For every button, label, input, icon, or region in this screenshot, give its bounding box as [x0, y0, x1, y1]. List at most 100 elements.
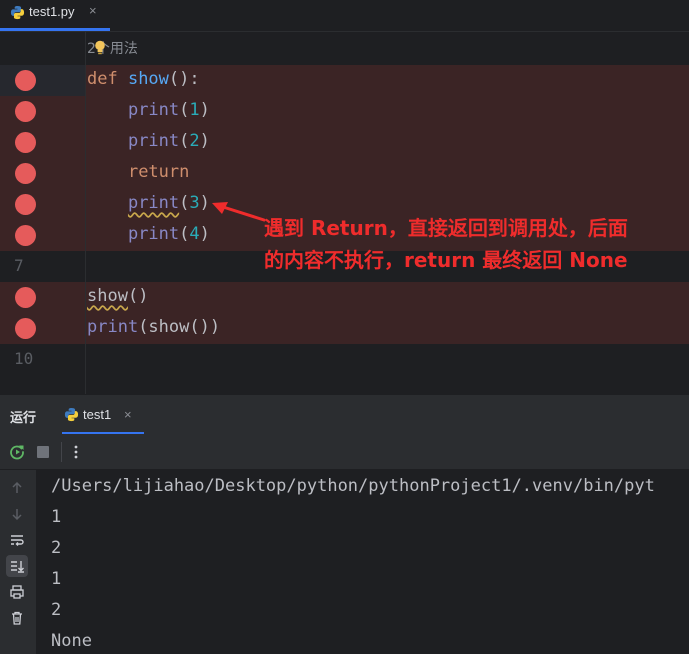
- code-token: ): [199, 131, 210, 151]
- more-options-button[interactable]: [66, 442, 86, 462]
- code-token: 1: [189, 100, 200, 120]
- code-line: def show():: [0, 65, 689, 96]
- python-file-icon: [10, 5, 25, 20]
- editor-tab-test1[interactable]: test1.py ×: [0, 0, 110, 31]
- scroll-to-end-button[interactable]: [6, 555, 28, 577]
- annotation-line-2: 的内容不执行，return 最终返回 None: [264, 248, 628, 272]
- gutter-cell[interactable]: [0, 189, 85, 220]
- print-icon: [10, 585, 24, 599]
- run-panel-title: 运行: [10, 411, 37, 426]
- gutter-cell[interactable]: 7: [0, 251, 85, 282]
- code-text[interactable]: show(): [87, 286, 148, 306]
- code-token: (: [179, 193, 190, 213]
- run-tab-test1[interactable]: test1 ×: [62, 395, 144, 435]
- code-token: ): [199, 224, 210, 244]
- code-text[interactable]: print(1): [87, 100, 210, 120]
- code-line: print(show()): [0, 313, 689, 344]
- toolbar-divider: [61, 442, 62, 462]
- breakpoint-icon[interactable]: [15, 70, 36, 91]
- code-text[interactable]: print(3): [87, 193, 210, 213]
- rerun-icon: [10, 445, 24, 460]
- scroll-down-button[interactable]: [6, 503, 28, 525]
- gutter-cell[interactable]: [0, 313, 85, 344]
- code-token: print: [127, 100, 180, 120]
- close-icon[interactable]: ×: [124, 407, 132, 422]
- console-line: 2: [51, 538, 62, 558]
- soft-wrap-icon: [11, 535, 24, 546]
- gutter-divider: [85, 32, 86, 394]
- code-token: (: [179, 100, 190, 120]
- code-token: def: [87, 69, 128, 89]
- gutter-cell[interactable]: 10: [0, 344, 85, 375]
- code-token: (show()): [138, 317, 221, 337]
- breakpoint-icon[interactable]: [15, 101, 36, 122]
- code-token: print: [127, 131, 180, 151]
- close-icon[interactable]: ×: [89, 3, 97, 18]
- run-toolbar: [0, 434, 689, 470]
- code-token: print: [87, 317, 139, 337]
- code-token: (: [179, 131, 190, 151]
- console-output[interactable]: /Users/lijiahao/Desktop/python/pythonPro…: [36, 470, 689, 654]
- breakpoint-icon[interactable]: [15, 163, 36, 184]
- annotation-line-1: 遇到 Return，直接返回到调用处，后面: [264, 216, 628, 240]
- console-line: /Users/lijiahao/Desktop/python/pythonPro…: [51, 476, 655, 496]
- code-text[interactable]: print(4): [87, 224, 210, 244]
- run-tab-label: test1: [83, 407, 112, 422]
- gutter-cell[interactable]: [0, 96, 85, 127]
- code-token: ): [199, 100, 210, 120]
- code-token: (): [127, 286, 149, 306]
- breakpoint-icon[interactable]: [15, 225, 36, 246]
- code-line: show(): [0, 282, 689, 313]
- code-text[interactable]: def show():: [87, 69, 200, 89]
- lightbulb-icon[interactable]: [94, 40, 106, 55]
- stop-button[interactable]: [33, 442, 53, 462]
- console-line: 1: [51, 507, 62, 527]
- code-text[interactable]: print(show()): [87, 317, 220, 337]
- code-token: show: [127, 69, 169, 89]
- breakpoint-icon[interactable]: [15, 287, 36, 308]
- line-number: 10: [14, 349, 34, 368]
- code-token: return: [127, 162, 190, 182]
- breakpoint-icon[interactable]: [15, 194, 36, 215]
- scroll-to-end-icon: [11, 561, 24, 573]
- arrow-down-icon: [12, 509, 22, 521]
- gutter-cell[interactable]: [0, 65, 85, 96]
- breakpoint-icon[interactable]: [15, 318, 36, 339]
- code-text[interactable]: return: [87, 162, 189, 182]
- run-side-toolbar: [0, 470, 36, 654]
- scroll-up-button[interactable]: [6, 477, 28, 499]
- annotation-arrow-icon: [212, 202, 266, 222]
- arrow-up-icon: [12, 481, 22, 493]
- more-vertical-icon: [74, 445, 78, 459]
- gutter-cell[interactable]: [0, 127, 85, 158]
- python-file-icon: [64, 407, 79, 422]
- code-line: print(1): [0, 96, 689, 127]
- soft-wrap-button[interactable]: [6, 529, 28, 551]
- code-token: ():: [168, 69, 200, 89]
- gutter-cell[interactable]: [0, 158, 85, 189]
- print-button[interactable]: [6, 581, 28, 603]
- breakpoint-icon[interactable]: [15, 132, 36, 153]
- line-number: 7: [14, 256, 24, 275]
- tab-label: test1.py: [29, 4, 75, 19]
- code-editor[interactable]: 2个用法 def show(): print(1) print(2) retur…: [0, 32, 689, 394]
- code-token: show: [87, 286, 128, 306]
- code-token: ): [199, 193, 210, 213]
- console-line: 2: [51, 600, 62, 620]
- code-token: 3: [189, 193, 200, 213]
- trash-icon: [12, 611, 22, 625]
- rerun-button[interactable]: [7, 442, 27, 462]
- console-line: 1: [51, 569, 62, 589]
- gutter-cell[interactable]: [0, 282, 85, 313]
- clear-console-button[interactable]: [6, 607, 28, 629]
- code-token: print: [127, 193, 180, 213]
- code-text[interactable]: print(2): [87, 131, 210, 151]
- gutter-cell[interactable]: [0, 220, 85, 251]
- code-line: 10: [0, 344, 689, 375]
- annotation-note: 遇到 Return，直接返回到调用处，后面 的内容不执行，return 最终返回…: [264, 212, 684, 276]
